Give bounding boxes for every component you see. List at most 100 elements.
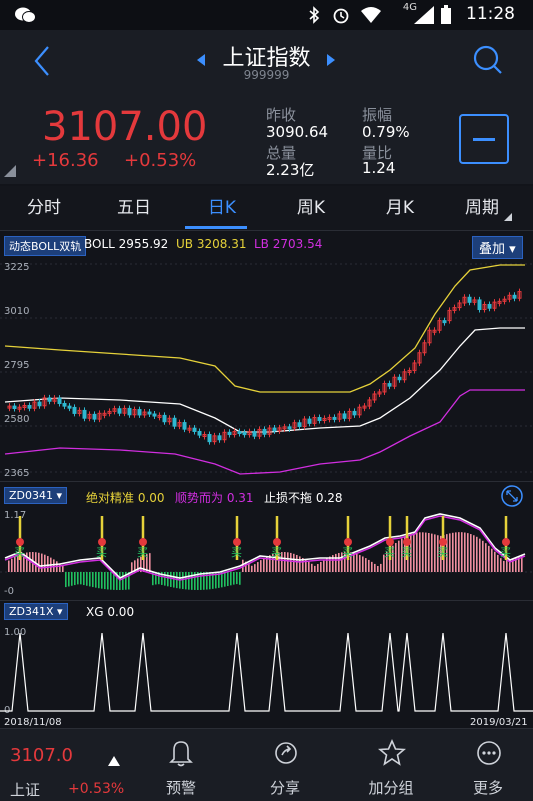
zd0341-chart[interactable]: 1.17 -0 买买买买买买买买买买 [0, 508, 533, 600]
oscillator-bar [251, 565, 253, 572]
candle [467, 296, 472, 303]
buy-signal-dot [439, 538, 447, 546]
more-icon [477, 741, 501, 765]
candle [237, 431, 242, 435]
oscillator-bar [173, 572, 175, 588]
buy-signal-label: 买 [14, 546, 25, 559]
clock: 11:28 [466, 4, 515, 24]
alarm-icon [332, 6, 350, 28]
share-button[interactable]: 分享 [240, 729, 330, 801]
boll-label: BOLL [84, 237, 115, 251]
tab-monthly-k[interactable]: 月K [360, 186, 440, 230]
buy-signal-dot [386, 538, 394, 546]
price-change-pct: +0.53% [124, 150, 197, 171]
oscillator-bar [485, 543, 487, 572]
tab-five-day[interactable]: 五日 [94, 186, 174, 230]
overlay-button[interactable]: 叠加 ▾ [472, 236, 523, 259]
battery-icon [440, 5, 452, 29]
status-bar: 4G 11:28 [0, 0, 533, 30]
date-start: 2018/11/08 [4, 717, 62, 728]
candle [252, 431, 257, 437]
legend-2-label: 顺势而为 [175, 491, 224, 505]
oscillator-bar [260, 560, 262, 572]
boll-value: 2955.92 [118, 237, 169, 251]
buy-signal-dot [273, 538, 281, 546]
candle [147, 411, 152, 415]
zd0341-select-button[interactable]: ZD0341 ▾ [4, 487, 68, 504]
collapse-button[interactable] [459, 114, 509, 164]
candle [207, 434, 212, 443]
candle [47, 397, 52, 402]
oscillator-bar [416, 532, 418, 572]
star-icon [378, 739, 406, 766]
zd0341-y-bottom: -0 [4, 586, 14, 597]
more-button[interactable]: 更多 [443, 729, 533, 801]
boll-legend: BOLL 2955.92 [84, 237, 168, 251]
candle [397, 376, 402, 381]
indicator-select-button[interactable]: 动态BOLL双轨 [4, 236, 87, 256]
oscillator-bar [239, 572, 241, 585]
buy-signal-label: 买 [137, 546, 148, 559]
legend-3-label: 止损不拖 [264, 491, 313, 505]
candle [442, 320, 447, 324]
buy-signal-dot [403, 538, 411, 546]
search-icon[interactable] [472, 44, 504, 80]
oscillator-bar [227, 572, 229, 587]
xg-y-top: 1.00 [4, 627, 26, 638]
candle [137, 409, 142, 416]
buy-signal-label: 买 [231, 546, 242, 559]
buy-signal-dot [139, 538, 147, 546]
oscillator-bar [491, 548, 493, 572]
oscillator-bar [44, 554, 46, 572]
y-tick-3: 2795 [4, 360, 29, 371]
oscillator-bar [371, 561, 373, 572]
candle [57, 397, 62, 405]
candle [192, 427, 197, 432]
stock-code: 999999 [243, 68, 290, 82]
oscillator-bar [431, 533, 433, 572]
up-arrow-icon [108, 751, 120, 770]
oscillator-bar [455, 532, 457, 572]
signal-icon [414, 6, 434, 28]
candle [477, 299, 482, 310]
oscillator-bar [464, 532, 466, 572]
tab-weekly-k[interactable]: 周K [271, 186, 351, 230]
alert-button[interactable]: 预警 [136, 729, 226, 801]
oscillator-bar [89, 572, 91, 587]
xg-signal-chart[interactable]: 1.00 0 2018/11/08 2019/03/21 [0, 623, 533, 729]
candle [182, 422, 187, 430]
candle [307, 418, 312, 424]
oscillator-bar [224, 572, 226, 587]
oscillator-bar [74, 572, 76, 586]
oscillator-bar [65, 572, 67, 588]
zd341x-select-button[interactable]: ZD341X ▾ [4, 603, 68, 620]
wifi-icon [360, 6, 382, 28]
period-dropdown-icon [504, 206, 512, 225]
xg-value: 0.00 [107, 605, 135, 619]
oscillator-bar [263, 558, 265, 572]
xg-legend: XG 0.00 [86, 605, 134, 619]
add-group-button[interactable]: 加分组 [346, 729, 436, 801]
candle [92, 413, 97, 420]
buy-signal-dot [502, 538, 510, 546]
candle [297, 422, 302, 427]
tab-daily-k[interactable]: 日K [182, 186, 262, 230]
alert-label: 预警 [165, 779, 196, 797]
next-stock-icon[interactable] [326, 52, 336, 71]
oscillator-bar [482, 540, 484, 572]
oscillator-bar [299, 556, 301, 572]
tab-intraday[interactable]: 分时 [4, 186, 84, 230]
y-tick-2: 3010 [4, 306, 29, 317]
bottom-index-name: 上证 [10, 781, 41, 799]
oscillator-bar [149, 553, 151, 572]
oscillator-bar [506, 560, 508, 572]
oscillator-bar [380, 563, 382, 572]
kline-chart[interactable]: 3225 3010 2795 2580 2365 [0, 258, 533, 480]
bottom-price: 3107.0 [10, 745, 73, 766]
oscillator-bar [497, 554, 499, 572]
oscillator-bar [71, 572, 73, 586]
y-tick-4: 2580 [4, 414, 29, 425]
oscillator-bar [77, 572, 79, 585]
xg-label: XG [86, 605, 104, 619]
ub-label: UB [176, 237, 194, 251]
